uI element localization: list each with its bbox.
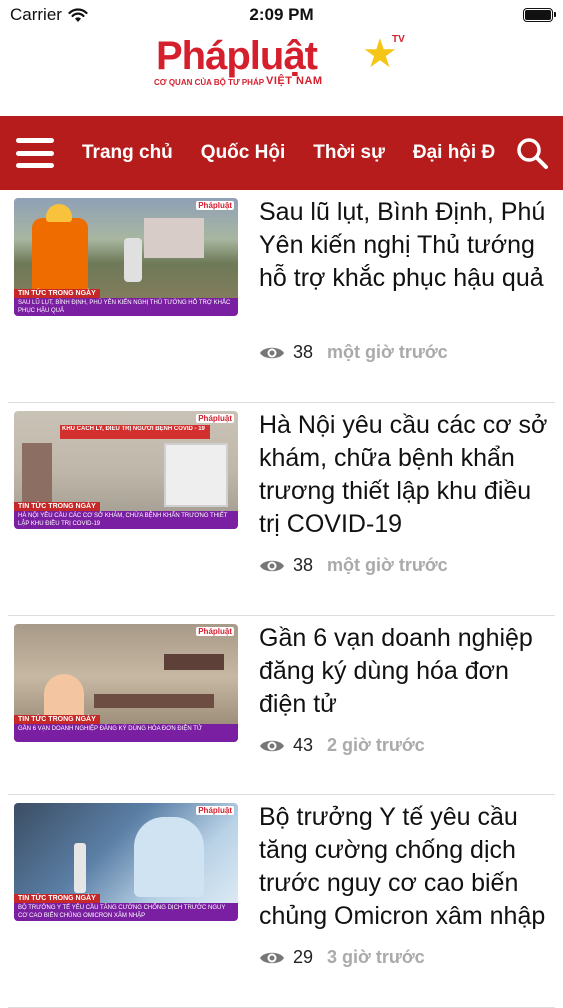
article-title[interactable]: Bộ trưởng Y tế yêu cầu tăng cường chống … xyxy=(259,801,549,933)
article-feed: Phápluật TIN TỨC TRONG NGÀY SAU LŨ LỤT, … xyxy=(0,190,563,1008)
eye-icon xyxy=(260,952,284,963)
search-button[interactable] xyxy=(501,116,563,190)
thumb-caption: GẦN 6 VẠN DOANH NGHIỆP ĐĂNG KÝ DÙNG HÓA … xyxy=(14,724,238,742)
menu-icon[interactable] xyxy=(16,138,54,168)
article-thumbnail[interactable]: Phápluật TIN TỨC TRONG NGÀY GẦN 6 VẠN DO… xyxy=(14,624,238,742)
publish-time: 3 giờ trước xyxy=(327,947,425,967)
article-thumbnail[interactable]: Phápluật TIN TỨC TRONG NGÀY BỘ TRƯỞNG Y … xyxy=(14,803,238,921)
article-item[interactable]: Phápluật TIN TỨC TRONG NGÀY BỘ TRƯỞNG Y … xyxy=(8,795,555,1008)
status-time: 2:09 PM xyxy=(249,5,314,24)
thumb-caption: HÀ NỘI YÊU CẦU CÁC CƠ SỞ KHÁM, CHỪA BỆNH… xyxy=(14,511,238,529)
article-title[interactable]: Sau lũ lụt, Bình Định, Phú Yên kiến nghị… xyxy=(259,196,549,295)
publish-time: 2 giờ trước xyxy=(327,735,425,755)
article-meta: 38 một giờ trước xyxy=(259,342,448,363)
article-thumbnail[interactable]: Phápluật TIN TỨC TRONG NGÀY SAU LŨ LỤT, … xyxy=(14,198,238,316)
article-title[interactable]: Hà Nội yêu cầu các cơ sở khám, chữa bệnh… xyxy=(259,409,549,541)
thumb-caption: BỘ TRƯỞNG Y TẾ YÊU CẦU TĂNG CƯỜNG CHỐNG … xyxy=(14,903,238,921)
status-bar: Carrier 2:09 PM xyxy=(0,0,563,30)
thumb-tag: TIN TỨC TRONG NGÀY xyxy=(14,289,100,298)
category-tabs: Trang chủ Quốc Hội Thời sự Đại hội Đ xyxy=(82,142,495,164)
eye-icon xyxy=(260,347,284,358)
brand-tv: TV xyxy=(392,34,405,45)
header-logo-area: Phápluật ★ TV CƠ QUAN CỦA BỘ TƯ PHÁP VIỆ… xyxy=(0,30,563,116)
tab-dai-hoi[interactable]: Đại hội Đ xyxy=(413,142,495,164)
tab-trang-chu[interactable]: Trang chủ xyxy=(82,142,173,164)
publish-time: một giờ trước xyxy=(327,342,448,362)
eye-icon xyxy=(260,560,284,571)
article-meta: 38 một giờ trước xyxy=(259,555,448,576)
thumb-logo: Phápluật xyxy=(196,201,234,210)
brand-logo[interactable]: Phápluật ★ TV CƠ QUAN CỦA BỘ TƯ PHÁP VIỆ… xyxy=(154,32,405,94)
view-count: 38 xyxy=(293,555,314,575)
tab-quoc-hoi[interactable]: Quốc Hội xyxy=(201,142,285,164)
brand-country: VIỆT NAM xyxy=(266,75,323,87)
view-count: 29 xyxy=(293,947,314,967)
thumb-caption: SAU LŨ LỤT, BÌNH ĐỊNH, PHÚ YÊN KIẾN NGHỊ… xyxy=(14,298,238,316)
thumb-tag: TIN TỨC TRONG NGÀY xyxy=(14,715,100,724)
category-navbar: Trang chủ Quốc Hội Thời sự Đại hội Đ xyxy=(0,116,563,190)
thumb-logo: Phápluật xyxy=(196,627,234,636)
thumb-tag: TIN TỨC TRONG NGÀY xyxy=(14,894,100,903)
thumb-sign: KHU CÁCH LY, ĐIỀU TRỊ NGƯỜI BỆNH COVID -… xyxy=(62,426,205,432)
brand-tagline: CƠ QUAN CỦA BỘ TƯ PHÁP xyxy=(154,78,265,87)
thumb-tag: TIN TỨC TRONG NGÀY xyxy=(14,502,100,511)
article-meta: 43 2 giờ trước xyxy=(259,735,425,756)
article-item[interactable]: KHU CÁCH LY, ĐIỀU TRỊ NGƯỜI BỆNH COVID -… xyxy=(8,403,555,616)
battery-icon xyxy=(523,8,556,22)
article-title[interactable]: Gần 6 vạn doanh nghiệp đăng ký dùng hóa … xyxy=(259,622,549,721)
article-thumbnail[interactable]: KHU CÁCH LY, ĐIỀU TRỊ NGƯỜI BỆNH COVID -… xyxy=(14,411,238,529)
thumb-logo: Phápluật xyxy=(196,414,234,423)
eye-icon xyxy=(260,740,284,751)
tab-thoi-su[interactable]: Thời sự xyxy=(313,142,385,164)
article-item[interactable]: Phápluật TIN TỨC TRONG NGÀY GẦN 6 VẠN DO… xyxy=(8,616,555,795)
search-icon xyxy=(517,138,548,169)
article-meta: 29 3 giờ trước xyxy=(259,947,425,968)
view-count: 38 xyxy=(293,342,314,362)
article-item[interactable]: Phápluật TIN TỨC TRONG NGÀY SAU LŨ LỤT, … xyxy=(8,190,555,403)
view-count: 43 xyxy=(293,735,314,755)
publish-time: một giờ trước xyxy=(327,555,448,575)
thumb-logo: Phápluật xyxy=(196,806,234,815)
brand-name: Phápluật xyxy=(156,34,318,78)
